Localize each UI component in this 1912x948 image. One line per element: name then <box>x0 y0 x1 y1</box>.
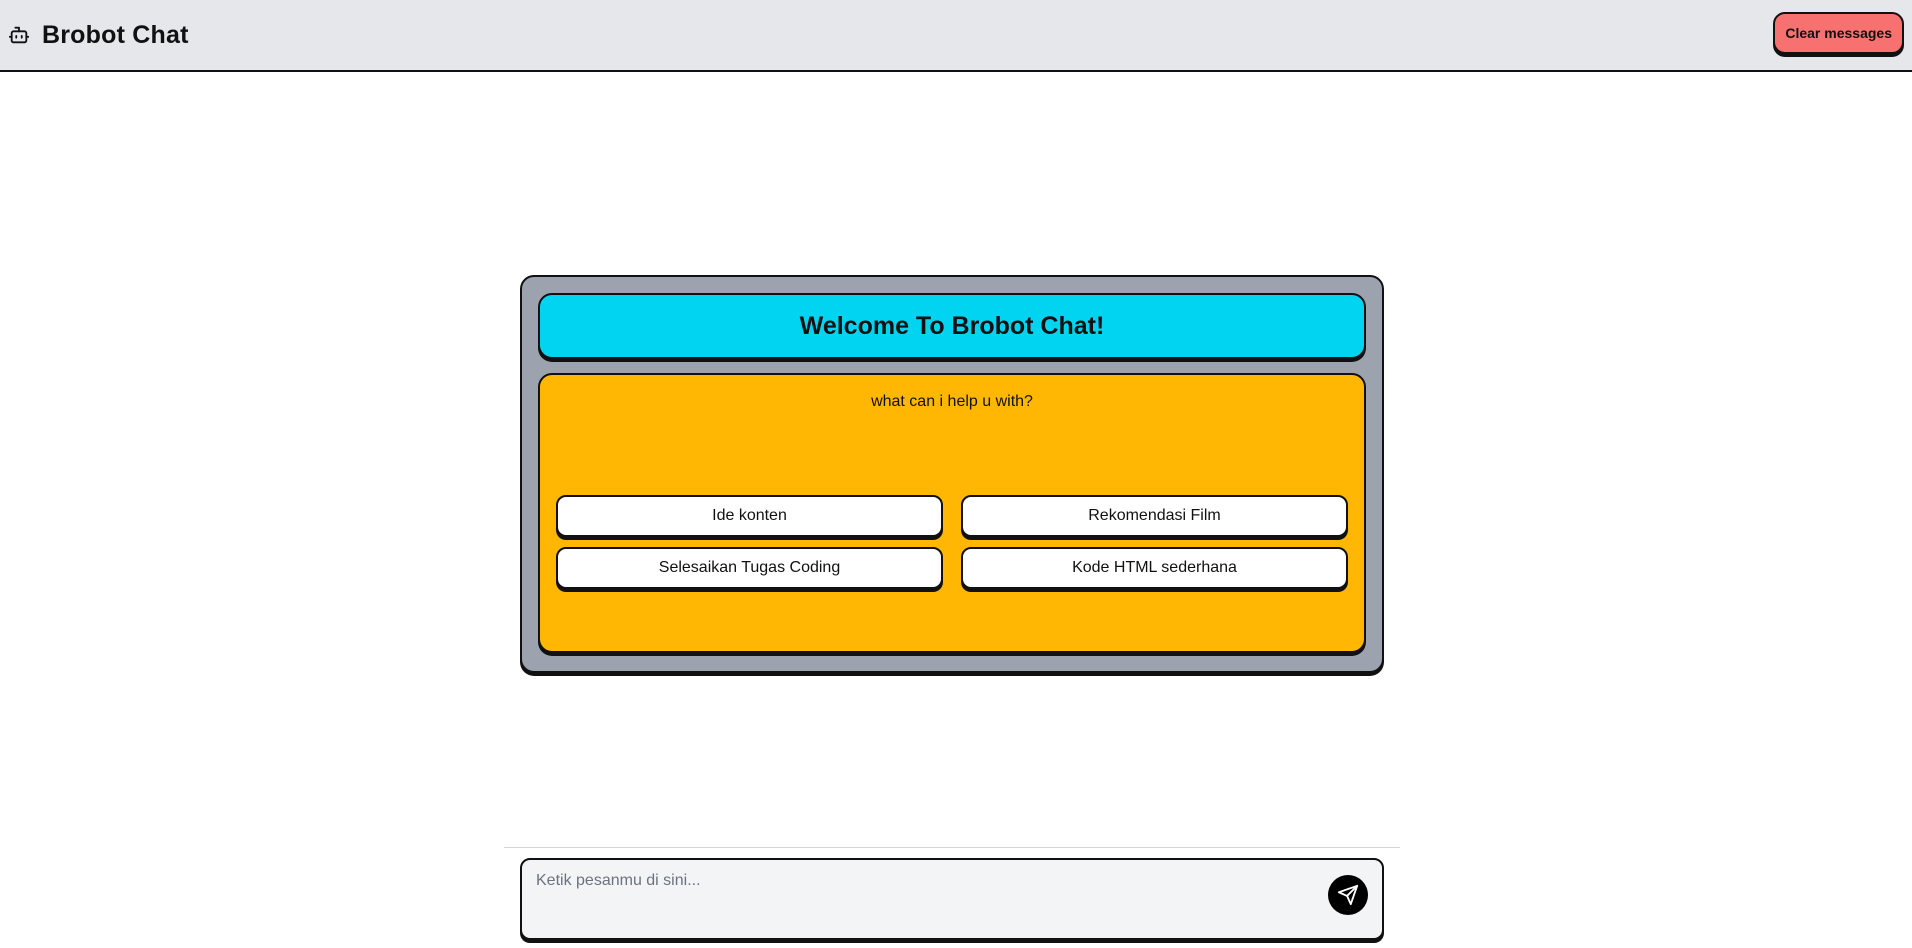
welcome-title: Welcome To Brobot Chat! <box>799 311 1105 340</box>
clear-messages-button[interactable]: Clear messages <box>1773 12 1904 54</box>
suggestion-grid: Ide konten Rekomendasi Film Selesaikan T… <box>556 495 1348 589</box>
suggestion-rekomendasi-film[interactable]: Rekomendasi Film <box>961 495 1348 537</box>
welcome-banner: Welcome To Brobot Chat! <box>538 293 1366 359</box>
app-title: Brobot Chat <box>42 20 189 49</box>
composer-divider <box>504 847 1400 848</box>
suggestion-ide-konten[interactable]: Ide konten <box>556 495 943 537</box>
welcome-panel: Welcome To Brobot Chat! what can i help … <box>520 275 1384 673</box>
message-input[interactable] <box>536 872 1296 922</box>
top-bar: Brobot Chat Clear messages <box>0 0 1912 72</box>
brand: Brobot Chat <box>8 21 189 50</box>
suggestion-box: what can i help u with? Ide konten Rekom… <box>538 373 1366 653</box>
robot-icon <box>8 24 30 46</box>
suggestion-kode-html[interactable]: Kode HTML sederhana <box>961 547 1348 589</box>
send-button[interactable] <box>1328 875 1368 915</box>
message-composer <box>520 858 1384 940</box>
send-icon <box>1337 884 1359 906</box>
suggestion-tugas-coding[interactable]: Selesaikan Tugas Coding <box>556 547 943 589</box>
help-question: what can i help u with? <box>871 393 1033 410</box>
